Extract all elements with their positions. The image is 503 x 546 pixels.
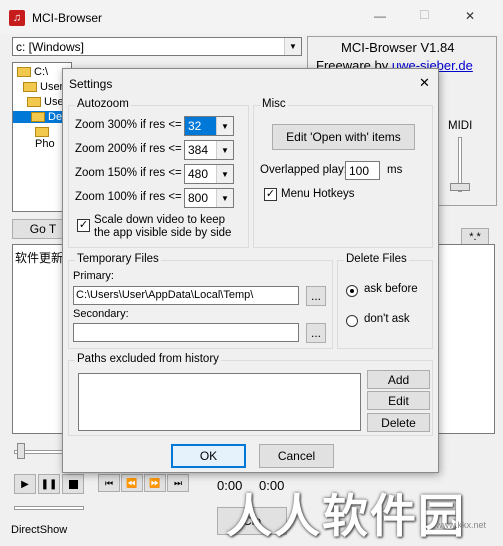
zoom-200-select[interactable]: 384 ▼ xyxy=(184,140,234,160)
secondary-path-input[interactable] xyxy=(73,323,299,342)
delete-files-group: Delete Files ask before don't ask xyxy=(337,253,433,349)
settings-dialog: Settings ✕ Autozoom Zoom 300% if res <= … xyxy=(62,68,439,473)
primary-label: Primary: xyxy=(73,270,114,282)
scale-down-line2: the app visible side by side xyxy=(94,227,232,239)
menu-hotkeys-checkbox[interactable]: ✓ xyxy=(264,188,277,201)
midi-slider-thumb[interactable] xyxy=(450,183,470,191)
temp-files-label: Temporary Files xyxy=(75,253,161,265)
cancel-button[interactable]: Cancel xyxy=(259,444,334,468)
maximize-button[interactable]: ☐ xyxy=(419,8,430,22)
skip-end-button[interactable]: ⏭ xyxy=(167,474,189,492)
folder-icon xyxy=(23,82,37,93)
pause-button[interactable]: ❚❚ xyxy=(38,474,60,494)
zoom-150-select[interactable]: 480 ▼ xyxy=(184,164,234,184)
dont-ask-label: don't ask xyxy=(364,313,410,325)
minimize-button[interactable]: — xyxy=(374,9,386,23)
window-title: MCI-Browser xyxy=(32,11,103,25)
midi-label: MIDI xyxy=(448,120,473,132)
dialog-close-button[interactable]: ✕ xyxy=(419,75,430,91)
ok-button[interactable]: OK xyxy=(171,444,246,468)
overlapped-play-label: Overlapped play: xyxy=(260,164,347,176)
chevron-down-icon: ▼ xyxy=(216,141,233,159)
scale-down-checkbox[interactable]: ✓ xyxy=(77,219,90,232)
dont-ask-radio[interactable] xyxy=(346,315,358,327)
list-item[interactable]: 软件更新 xyxy=(15,249,63,266)
watermark-logo: 人人软件园 xyxy=(226,490,466,542)
secondary-label: Secondary: xyxy=(73,308,129,320)
zoom-150-label: Zoom 150% if res <= xyxy=(75,167,182,179)
play-button[interactable]: ▶ xyxy=(14,474,36,494)
menu-hotkeys-label: Menu Hotkeys xyxy=(281,188,355,200)
autozoom-label: Autozoom xyxy=(75,98,131,110)
chevron-down-icon: ▼ xyxy=(216,165,233,183)
tree-item-root[interactable]: C:\ xyxy=(17,66,48,78)
overlapped-play-input[interactable]: 100 xyxy=(345,161,380,180)
renderer-label: DirectShow xyxy=(11,524,68,536)
misc-group: Misc Edit 'Open with' items Overlapped p… xyxy=(253,98,433,248)
zoom-100-label: Zoom 100% if res <= xyxy=(75,191,182,203)
rewind-button[interactable]: ⏪ xyxy=(121,474,143,492)
drive-select[interactable]: c: [Windows] ▼ xyxy=(12,37,302,56)
paths-excluded-group: Paths excluded from history Add Edit Del… xyxy=(68,353,433,436)
path-delete-button[interactable]: Delete xyxy=(367,413,430,432)
volume-track[interactable] xyxy=(14,506,84,510)
watermark-url: www.kkx.net xyxy=(436,520,487,530)
autozoom-group: Autozoom Zoom 300% if res <= 32 ▼ Zoom 20… xyxy=(68,98,249,248)
stop-button[interactable] xyxy=(62,474,84,494)
primary-browse-button[interactable]: ... xyxy=(306,286,326,306)
folder-icon xyxy=(35,127,49,138)
ask-before-label: ask before xyxy=(364,283,418,295)
secondary-browse-button[interactable]: ... xyxy=(306,323,326,343)
path-edit-button[interactable]: Edit xyxy=(367,391,430,410)
chevron-down-icon: ▼ xyxy=(216,189,233,207)
zoom-300-select[interactable]: 32 ▼ xyxy=(184,116,234,136)
filter-button[interactable]: *.* xyxy=(461,228,489,245)
zoom-300-label: Zoom 300% if res <= xyxy=(75,119,182,131)
dialog-title: Settings xyxy=(69,77,113,91)
misc-label: Misc xyxy=(260,98,288,110)
ask-before-radio[interactable] xyxy=(346,285,358,297)
skip-start-button[interactable]: ⏮ xyxy=(98,474,120,492)
folder-icon xyxy=(17,67,31,78)
folder-icon xyxy=(27,97,41,108)
temp-files-group: Temporary Files Primary: C:\Users\User\A… xyxy=(68,253,333,349)
position-thumb[interactable] xyxy=(17,443,25,459)
edit-open-with-button[interactable]: Edit 'Open with' items xyxy=(272,124,415,150)
title-bar: ♫ MCI-Browser — ☐ ✕ xyxy=(0,0,503,34)
app-name: MCI-Browser V1.84 xyxy=(341,40,455,55)
paths-excluded-label: Paths excluded from history xyxy=(75,353,221,365)
chevron-down-icon: ▼ xyxy=(216,117,233,135)
stop-icon xyxy=(68,479,78,489)
zoom-200-label: Zoom 200% if res <= xyxy=(75,143,182,155)
overlapped-unit: ms xyxy=(387,164,403,176)
chevron-down-icon: ▼ xyxy=(284,38,301,55)
close-window-button[interactable]: ✕ xyxy=(465,9,475,23)
path-add-button[interactable]: Add xyxy=(367,370,430,389)
app-icon: ♫ xyxy=(9,10,25,26)
zoom-100-select[interactable]: 800 ▼ xyxy=(184,188,234,208)
folder-icon xyxy=(31,112,45,123)
scale-down-line1: Scale down video to keep xyxy=(94,214,226,226)
paths-excluded-list[interactable] xyxy=(78,373,361,431)
delete-files-label: Delete Files xyxy=(344,253,409,265)
primary-path-input[interactable]: C:\Users\User\AppData\Local\Temp\ xyxy=(73,286,299,305)
forward-button[interactable]: ⏩ xyxy=(144,474,166,492)
